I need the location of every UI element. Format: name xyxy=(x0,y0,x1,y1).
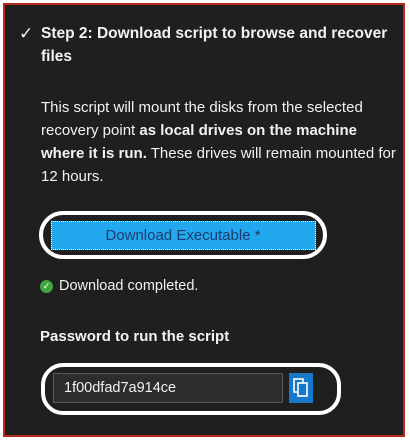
download-highlight: Download Executable * xyxy=(39,211,327,259)
status-text: Download completed. xyxy=(59,278,199,294)
password-highlight xyxy=(41,363,341,415)
step-header: ✓ Step 2: Download script to browse and … xyxy=(19,22,395,68)
step-title: Step 2: Download script to browse and re… xyxy=(41,25,388,65)
recovery-panel: ✓ Step 2: Download script to browse and … xyxy=(3,3,405,437)
download-executable-button[interactable]: Download Executable * xyxy=(50,220,316,250)
password-field[interactable] xyxy=(53,373,283,403)
copy-button[interactable] xyxy=(289,373,313,403)
download-status: ✓ Download completed. xyxy=(40,278,198,294)
copy-icon xyxy=(293,378,308,397)
description-text: This script will mount the disks from th… xyxy=(41,96,401,188)
checkmark-icon: ✓ xyxy=(19,24,34,43)
check-circle-icon: ✓ xyxy=(40,279,53,293)
password-label: Password to run the script xyxy=(40,328,230,345)
